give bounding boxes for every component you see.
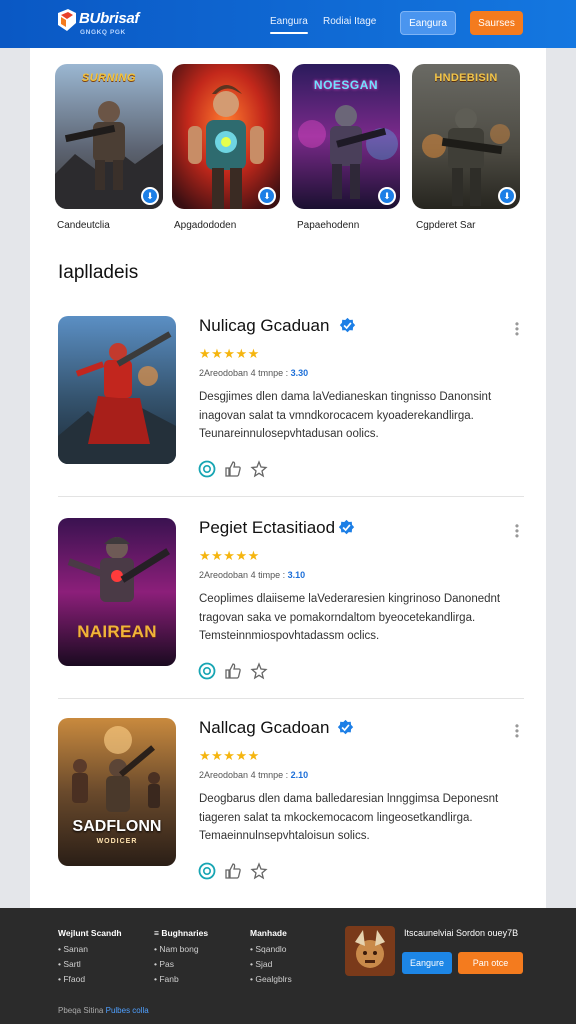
footer: Wejlunt Scandh • Sanan • Sartl • Ffaod ≡…: [0, 908, 576, 1024]
top-header: BUbrisaf GNGKQ PGK Eangura Rodiai Itage …: [0, 0, 576, 48]
game-card-2[interactable]: NAIREAN Pegiet Ectasitiaod ★★★★★ 2Areodo…: [58, 518, 524, 698]
share-icon[interactable]: [250, 662, 268, 680]
game-title-2[interactable]: Pegiet Ectasitiaod: [199, 518, 335, 538]
footer-link[interactable]: • Sjad: [250, 959, 292, 969]
game-thumb-3[interactable]: SADFLONN WODICER: [58, 718, 176, 866]
footer-link[interactable]: • Pas: [154, 959, 208, 969]
game-thumb-2[interactable]: NAIREAN: [58, 518, 176, 666]
footer-link[interactable]: • Gealgblrs: [250, 974, 292, 984]
thumbs-up-icon[interactable]: [224, 862, 242, 880]
game-title-art-2: NAIREAN: [77, 622, 157, 641]
download-badge-icon[interactable]: ⬇: [378, 187, 396, 205]
game-card-3[interactable]: SADFLONN WODICER Nallcag Gcadoan ★★★★★ 2…: [58, 718, 524, 898]
copyright-text: Pbeqa Sitina: [58, 1006, 104, 1015]
meta-prefix: 2Areodoban: [199, 570, 249, 580]
game-title-1[interactable]: Nulicag Gcaduan: [199, 316, 329, 336]
meta-prefix: 2Areodoban: [199, 368, 249, 378]
meta-score: 3.10: [287, 570, 306, 580]
game-meta: 2Areodoban 4 tmnpe : 3.30: [199, 368, 308, 378]
download-badge-icon[interactable]: ⬇: [258, 187, 276, 205]
game-description: Desgjimes dlen dama laVedianeskan tingni…: [199, 391, 492, 440]
promo-art: [345, 926, 395, 976]
verified-badge-icon: [337, 719, 354, 735]
footer-link[interactable]: • Sqandlo: [250, 944, 292, 954]
share-icon[interactable]: [250, 460, 268, 478]
featured-title-art-4: HNDEBISIN: [434, 72, 498, 84]
divider: [58, 698, 524, 699]
footer-link[interactable]: • Nam bong: [154, 944, 208, 954]
copyright: Pbeqa Sitina Pulbes colla: [58, 1006, 149, 1015]
rating-stars: ★★★★★: [199, 748, 260, 763]
footer-primary-button[interactable]: Eangure: [402, 952, 452, 974]
meta-prefix: 2Areodoban: [199, 770, 249, 780]
promo-image[interactable]: [345, 926, 395, 976]
nav-link-primary[interactable]: Eangura: [270, 16, 308, 34]
featured-game-thumb-2[interactable]: ⬇: [172, 64, 280, 209]
rating-stars: ★★★★★: [199, 346, 260, 361]
verified-badge-icon: [339, 317, 356, 333]
meta-mid: 4 tmnpe :: [250, 770, 289, 780]
logo[interactable]: BUbrisaf GNGKQ PGK: [56, 7, 146, 41]
featured-label-2[interactable]: Apgadododen: [174, 220, 236, 231]
meta-mid: 4 timpe :: [250, 570, 286, 580]
game-title-3[interactable]: Nallcag Gcadoan: [199, 718, 329, 738]
game-title-art-3: SADFLONN: [72, 818, 162, 835]
rating-stars: ★★★★★: [199, 548, 260, 563]
footer-link[interactable]: • Sanan: [58, 944, 122, 954]
verified-badge-icon: [338, 519, 355, 535]
promo-text: Itscaunelviai Sordon ouey7B: [404, 928, 519, 938]
thumbs-up-icon[interactable]: [224, 662, 242, 680]
featured-label-4[interactable]: Cgpderet Sar: [416, 220, 475, 231]
footer-column-title: ≡ Bughnaries: [154, 928, 209, 938]
game-card-1[interactable]: Nulicag Gcaduan ★★★★★ 2Areodoban 4 tmnpe…: [58, 316, 524, 496]
footer-link[interactable]: • Sartl: [58, 959, 122, 969]
featured-game-thumb-1[interactable]: SURNING ⬇: [55, 64, 163, 209]
section-title: Iaplladeis: [58, 262, 139, 283]
game-description: Ceoplimes dlaiiseme laVederaresien kingr…: [199, 593, 501, 642]
game-art-1: [58, 316, 176, 464]
footer-secondary-button[interactable]: Pan otce: [458, 952, 523, 974]
download-badge-icon[interactable]: ⬇: [141, 187, 159, 205]
thumbs-up-icon[interactable]: [224, 460, 242, 478]
footer-link[interactable]: • Fanb: [154, 974, 208, 984]
footer-column-title: Wejlunt Scandh: [58, 928, 122, 938]
featured-game-thumb-3[interactable]: NOESGAN ⬇: [292, 64, 400, 209]
share-icon[interactable]: [250, 862, 268, 880]
header-secondary-button[interactable]: Saurses: [470, 11, 523, 35]
featured-label-3[interactable]: Papaehodenn: [297, 220, 359, 231]
logo-mark-icon: [58, 9, 76, 31]
more-vertical-icon[interactable]: • • •: [514, 318, 520, 340]
comment-icon[interactable]: [198, 662, 216, 680]
logo-name: BUbrisaf: [79, 10, 140, 27]
copyright-link[interactable]: Pulbes colla: [106, 1006, 149, 1015]
header-primary-button[interactable]: Eangura: [400, 11, 456, 35]
logo-tagline: GNGKQ PGK: [80, 29, 126, 36]
meta-score: 3.30: [290, 368, 309, 378]
featured-game-thumb-4[interactable]: HNDEBISIN ⬇: [412, 64, 520, 209]
game-meta: 2Areodoban 4 timpe : 3.10: [199, 570, 305, 580]
download-badge-icon[interactable]: ⬇: [498, 187, 516, 205]
footer-column-2: ≡ Bughnaries • Nam bong • Pas • Fanb: [154, 928, 208, 989]
nav-link-secondary[interactable]: Rodiai Itage: [323, 16, 376, 27]
more-vertical-icon[interactable]: • • •: [514, 520, 520, 542]
meta-mid: 4 tmnpe :: [250, 368, 289, 378]
divider: [58, 496, 524, 497]
footer-column-1: Wejlunt Scandh • Sanan • Sartl • Ffaod: [58, 928, 122, 989]
game-art-2: [58, 518, 176, 666]
more-vertical-icon[interactable]: • • •: [514, 720, 520, 742]
game-subtitle-art-3: WODICER: [96, 838, 138, 845]
featured-label-1[interactable]: Candeutclia: [57, 220, 110, 231]
game-meta: 2Areodoban 4 tmnpe : 2.10: [199, 770, 308, 780]
comment-icon[interactable]: [198, 862, 216, 880]
meta-score: 2.10: [290, 770, 309, 780]
featured-title-art-1: SURNING: [81, 72, 137, 84]
featured-title-art-3: NOESGAN: [313, 78, 379, 92]
footer-column-3: Manhade • Sqandlo • Sjad • Gealgblrs: [250, 928, 292, 989]
footer-column-title: Manhade: [250, 928, 287, 938]
comment-icon[interactable]: [198, 460, 216, 478]
game-thumb-1[interactable]: [58, 316, 176, 464]
game-description: Deogbarus dlen dama balledaresian lnnggi…: [199, 793, 499, 842]
footer-link[interactable]: • Ffaod: [58, 974, 122, 984]
